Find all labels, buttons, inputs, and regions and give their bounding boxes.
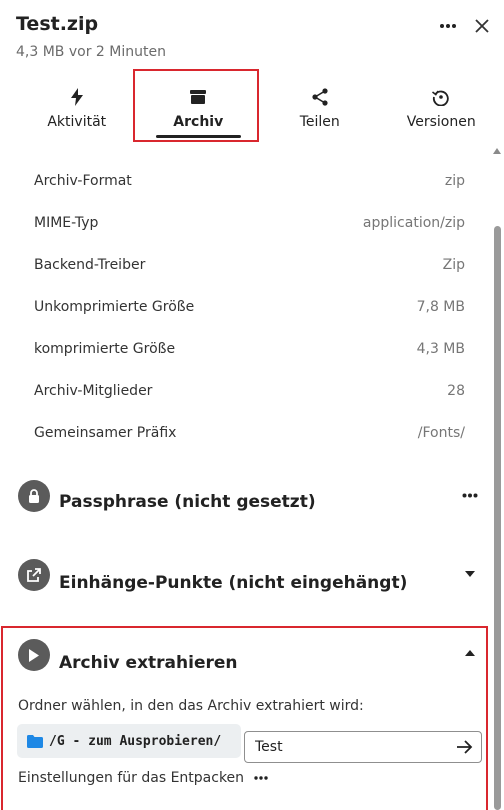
mount-points-title: Einhänge-Punkte (nicht eingehängt) [59, 573, 408, 593]
property-key: Archiv-Format [34, 173, 132, 189]
property-value: /Fonts/ [417, 425, 465, 441]
scrollbar[interactable] [491, 146, 504, 810]
archive-icon [190, 90, 207, 104]
archive-properties: Archiv-Format zip MIME-Typ application/z… [18, 160, 483, 454]
property-row: Backend-Treiber Zip [18, 244, 483, 286]
file-subtitle: 4,3 MB vor 2 Minuten [16, 44, 166, 60]
property-key: komprimierte Größe [34, 341, 176, 357]
passphrase-title: Passphrase (nicht gesetzt) [59, 492, 316, 512]
property-value: 4,3 MB [416, 341, 465, 357]
tab-activity[interactable]: Aktivität [16, 80, 138, 142]
sidebar-header: Test.zip 4,3 MB vor 2 Minuten [0, 0, 504, 70]
mount-points-section[interactable]: Einhänge-Punkte (nicht eingehängt) [16, 559, 486, 599]
open-external-icon [27, 568, 41, 582]
property-key: Gemeinsamer Präfix [34, 425, 177, 441]
tab-bar: Aktivität Archiv Teilen Versionen [16, 80, 502, 142]
property-value: zip [444, 173, 465, 189]
close-icon [475, 19, 489, 33]
tab-versions-label: Versionen [406, 114, 476, 130]
property-row: komprimierte Größe 4,3 MB [18, 328, 483, 370]
caret-down-icon [465, 571, 475, 577]
mount-points-icon-badge [18, 559, 50, 591]
property-key: Archiv-Mitglieder [34, 383, 153, 399]
tab-versions[interactable]: Versionen [381, 80, 503, 142]
flash-icon [70, 88, 83, 106]
mount-points-toggle[interactable] [460, 564, 480, 584]
tab-archive[interactable]: Archiv [138, 80, 260, 142]
extract-section-highlight [1, 626, 488, 810]
close-button[interactable] [470, 14, 494, 38]
property-row: Archiv-Format zip [18, 160, 483, 202]
history-icon [432, 90, 449, 106]
scrollbar-thumb[interactable] [494, 226, 501, 810]
lock-icon [29, 488, 39, 503]
more-horizontal-icon [440, 24, 456, 28]
tab-share-label: Teilen [299, 114, 340, 130]
passphrase-section[interactable]: Passphrase (nicht gesetzt) [16, 480, 486, 520]
property-row: MIME-Typ application/zip [18, 202, 483, 244]
property-row: Unkomprimierte Größe 7,8 MB [18, 286, 483, 328]
property-value: Zip [442, 257, 465, 273]
property-key: Backend-Treiber [34, 257, 146, 273]
share-icon [312, 88, 328, 106]
tab-archive-label: Archiv [173, 114, 224, 130]
tab-activity-label: Aktivität [47, 114, 107, 130]
property-value: 7,8 MB [416, 299, 465, 315]
property-value: application/zip [362, 215, 465, 231]
passphrase-icon-badge [18, 480, 50, 512]
scroll-up-arrow[interactable] [493, 148, 501, 154]
property-value: 28 [447, 383, 465, 399]
property-row: Archiv-Mitglieder 28 [18, 370, 483, 412]
property-key: Unkomprimierte Größe [34, 299, 195, 315]
more-horizontal-icon [462, 493, 478, 497]
more-options-button[interactable] [436, 14, 460, 38]
property-key: MIME-Typ [34, 215, 99, 231]
file-title: Test.zip [16, 13, 99, 35]
tab-share[interactable]: Teilen [259, 80, 381, 142]
property-row: Gemeinsamer Präfix /Fonts/ [18, 412, 483, 454]
passphrase-more-button[interactable] [460, 485, 480, 505]
